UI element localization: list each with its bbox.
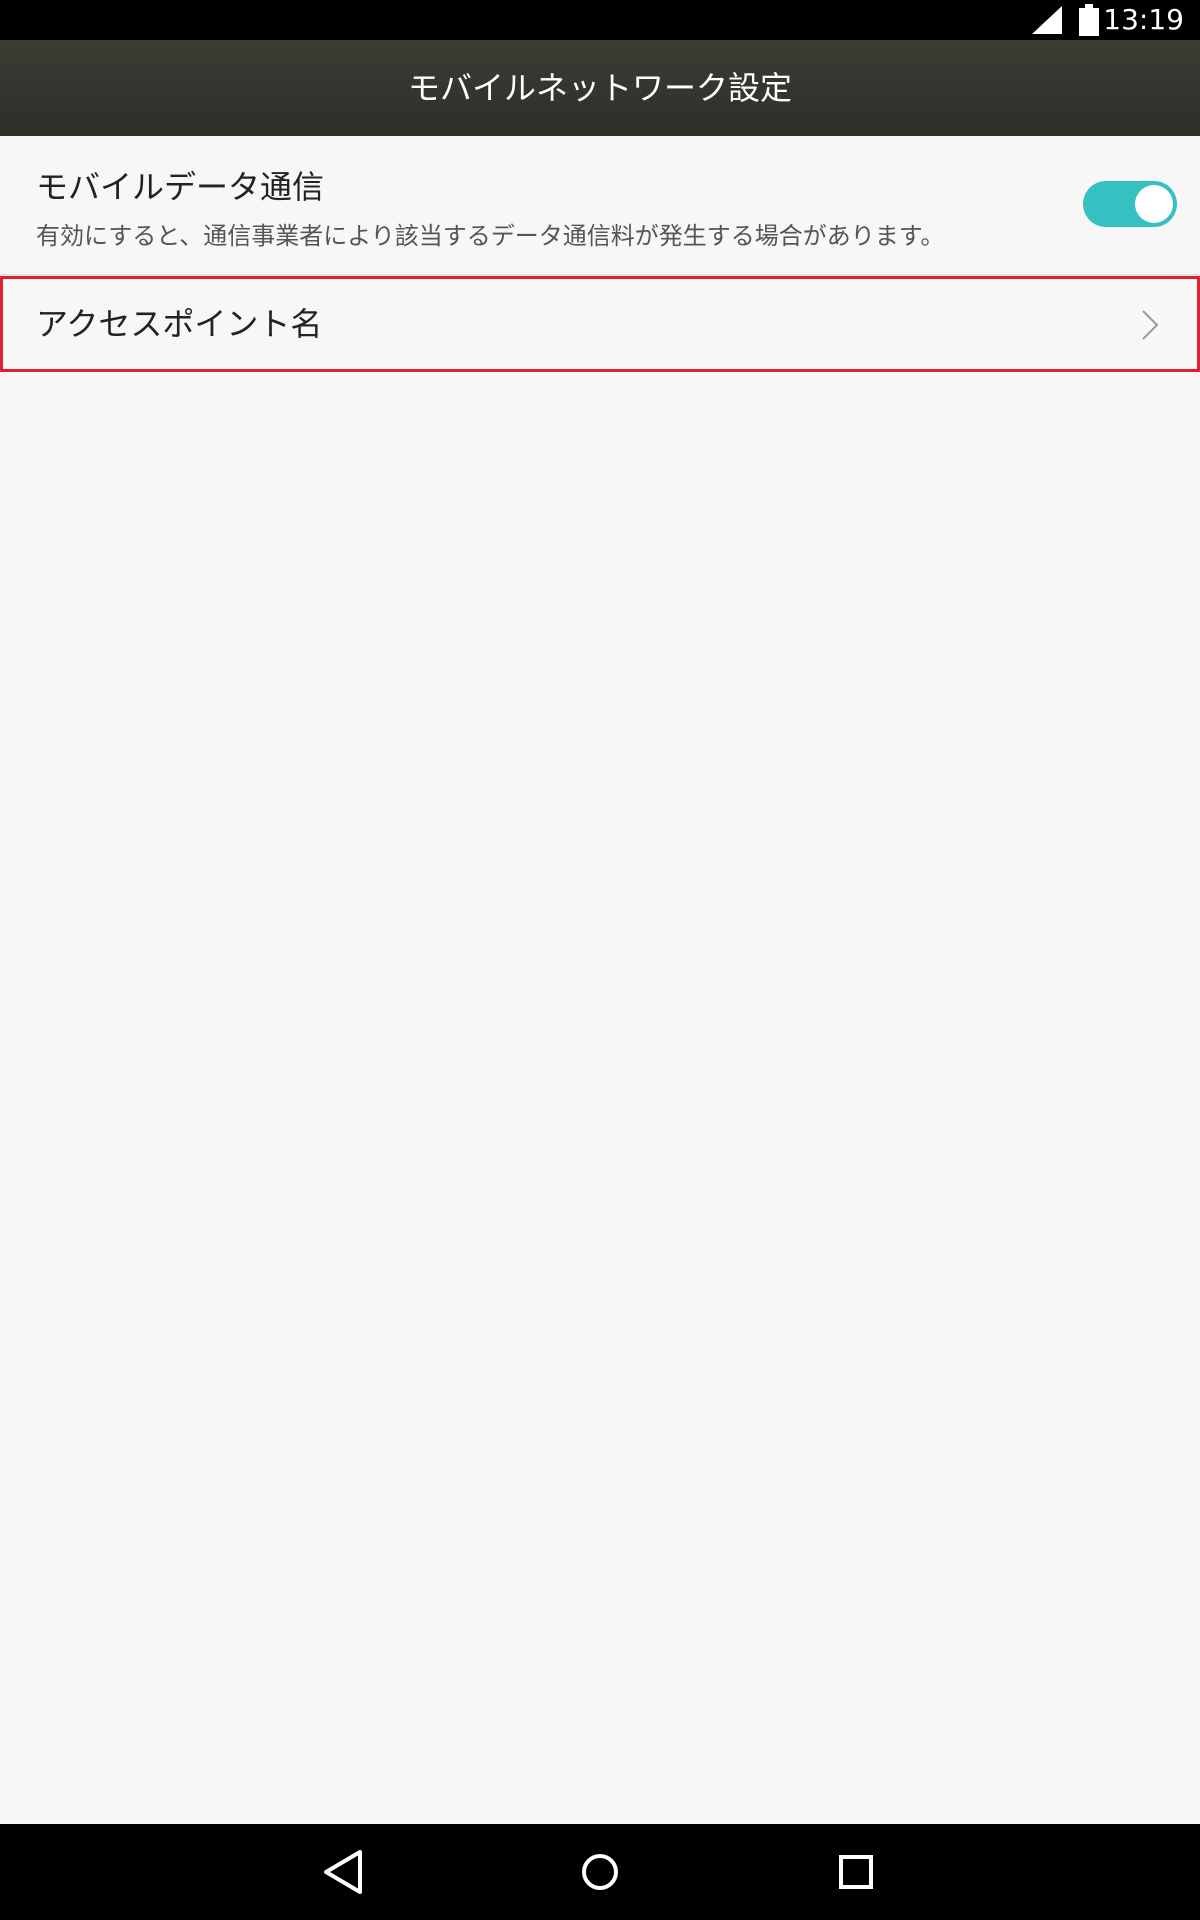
access-point-names-title: アクセスポイント名 xyxy=(36,305,323,343)
mobile-data-title: モバイルデータ通信 xyxy=(36,168,325,206)
settings-list: モバイルデータ通信 有効にすると、通信事業者により該当するデータ通信料が発生する… xyxy=(0,136,1200,1824)
status-time: 13:19 xyxy=(1103,3,1184,36)
recents-icon[interactable] xyxy=(828,1844,884,1900)
status-bar: 13:19 xyxy=(0,0,1200,40)
chevron-right-icon xyxy=(1142,310,1159,340)
mobile-data-description: 有効にすると、通信事業者により該当するデータ通信料が発生する場合があります。 xyxy=(36,222,945,250)
app-bar: モバイルネットワーク設定 xyxy=(0,40,1200,136)
mobile-data-row[interactable]: モバイルデータ通信 有効にすると、通信事業者により該当するデータ通信料が発生する… xyxy=(0,136,1200,274)
back-icon[interactable] xyxy=(316,1844,372,1900)
navigation-bar xyxy=(0,1824,1200,1920)
page-title: モバイルネットワーク設定 xyxy=(407,69,792,107)
signal-icon xyxy=(1032,6,1062,34)
toggle-knob xyxy=(1135,185,1173,223)
home-icon[interactable] xyxy=(572,1844,628,1900)
battery-icon xyxy=(1079,4,1099,36)
access-point-names-row[interactable]: アクセスポイント名 xyxy=(0,276,1200,372)
mobile-data-toggle[interactable] xyxy=(1083,181,1177,227)
